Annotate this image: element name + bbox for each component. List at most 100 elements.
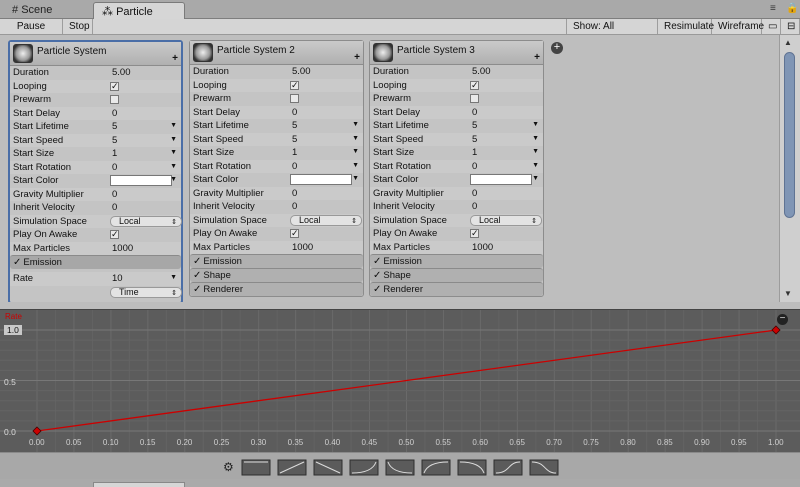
- dropdown-arrow-icon[interactable]: ▼: [532, 162, 539, 169]
- start-speed-field[interactable]: 5: [112, 135, 117, 146]
- check-icon[interactable]: ✓: [373, 256, 381, 267]
- gravity-field[interactable]: 0: [112, 189, 117, 200]
- wireframe-button[interactable]: Wireframe: [712, 19, 764, 34]
- dropdown-arrow-icon[interactable]: ▼: [352, 162, 359, 169]
- resimulate-button[interactable]: Resimulate: [658, 19, 714, 34]
- max-particles-field[interactable]: 1000: [292, 242, 313, 253]
- module-emission[interactable]: ✓ Emission: [190, 254, 363, 268]
- pause-button[interactable]: Pause: [0, 19, 63, 34]
- stop-button[interactable]: Stop: [63, 19, 93, 34]
- layout-horizontal-icon[interactable]: ▭: [762, 19, 781, 34]
- dropdown-arrow-icon[interactable]: ▼: [532, 148, 539, 155]
- start-rotation-field[interactable]: 0: [292, 161, 297, 172]
- gravity-field[interactable]: 0: [292, 188, 297, 199]
- gravity-field[interactable]: 0: [472, 188, 477, 199]
- curve-keyframe[interactable]: [771, 325, 781, 335]
- start-delay-field[interactable]: 0: [112, 108, 117, 119]
- dropdown-arrow-icon[interactable]: ▼: [352, 121, 359, 128]
- check-icon[interactable]: ✓: [193, 256, 201, 267]
- start-color-swatch[interactable]: [110, 175, 172, 186]
- preset-ease-in-out-down[interactable]: [529, 459, 559, 476]
- duration-field[interactable]: 5.00: [292, 66, 311, 77]
- looping-checkbox[interactable]: ✓: [290, 80, 299, 90]
- remove-curve-icon[interactable]: −: [777, 314, 788, 325]
- play-on-awake-checkbox[interactable]: ✓: [110, 230, 119, 239]
- dropdown-arrow-icon[interactable]: ▼: [352, 148, 359, 155]
- particle-system-card-2[interactable]: Particle System 2 + Duration 5.00 Looping…: [189, 40, 364, 297]
- play-on-awake-checkbox[interactable]: ✓: [470, 229, 479, 238]
- scroll-up-icon[interactable]: ▲: [784, 38, 792, 47]
- module-renderer[interactable]: ✓ Renderer: [370, 282, 543, 296]
- start-size-field[interactable]: 1: [472, 147, 477, 158]
- particle-system-card-3[interactable]: Particle System 3 + Duration 5.00 Looping…: [369, 40, 544, 297]
- start-rotation-field[interactable]: 0: [112, 162, 117, 173]
- add-system-plus-icon[interactable]: +: [551, 42, 563, 54]
- play-on-awake-checkbox[interactable]: ✓: [290, 229, 299, 238]
- check-icon[interactable]: ✓: [13, 257, 21, 268]
- dropdown-arrow-icon[interactable]: ▼: [532, 121, 539, 128]
- prewarm-checkbox[interactable]: [110, 95, 119, 104]
- dropdown-arrow-icon[interactable]: ▼: [170, 122, 177, 129]
- looping-checkbox[interactable]: ✓: [110, 81, 119, 91]
- simulation-space-select[interactable]: Local ⇕: [110, 215, 182, 227]
- simulation-space-select[interactable]: Local ⇕: [470, 214, 542, 226]
- check-icon[interactable]: ✓: [193, 284, 201, 295]
- inherit-field[interactable]: 0: [472, 201, 477, 212]
- dropdown-arrow-icon[interactable]: ▼: [170, 149, 177, 156]
- max-particles-field[interactable]: 1000: [112, 243, 133, 254]
- preset-linear-down[interactable]: [313, 459, 343, 476]
- curve-plot[interactable]: [0, 310, 800, 453]
- start-delay-field[interactable]: 0: [472, 107, 477, 118]
- dropdown-arrow-icon[interactable]: ▼: [352, 175, 359, 182]
- duration-field[interactable]: 5.00: [472, 66, 491, 77]
- menu-icon[interactable]: ≡: [770, 3, 776, 14]
- dropdown-arrow-icon[interactable]: ▼: [170, 274, 177, 281]
- start-lifetime-field[interactable]: 5: [292, 120, 297, 131]
- panels-scrollbar[interactable]: ▲ ▼: [779, 35, 800, 302]
- layout-vertical-icon[interactable]: ⊟: [781, 19, 800, 34]
- bottom-tab[interactable]: [93, 482, 185, 487]
- show-dropdown[interactable]: Show: All: [566, 19, 658, 34]
- dropdown-arrow-icon[interactable]: ▼: [532, 175, 539, 182]
- scrollbar-thumb[interactable]: [784, 52, 795, 218]
- start-color-swatch[interactable]: [470, 174, 532, 185]
- tab-scene[interactable]: # Scene: [4, 2, 60, 19]
- system-header[interactable]: Particle System +: [10, 42, 181, 66]
- module-shape[interactable]: ✓ Shape: [190, 268, 363, 282]
- lock-icon[interactable]: 🔒: [786, 3, 798, 14]
- system-header[interactable]: Particle System 3 +: [370, 41, 543, 65]
- duration-field[interactable]: 5.00: [112, 67, 131, 78]
- curve-editor[interactable]: Rate 1.0 0.5 0.0 − 0.00 0.05 0.10 0.15 0.20 0…: [0, 309, 800, 453]
- dropdown-arrow-icon[interactable]: ▼: [170, 176, 177, 183]
- check-icon[interactable]: ✓: [373, 270, 381, 281]
- dropdown-arrow-icon[interactable]: ▼: [170, 136, 177, 143]
- inherit-field[interactable]: 0: [112, 202, 117, 213]
- simulation-space-select[interactable]: Local ⇕: [290, 214, 362, 226]
- scroll-down-icon[interactable]: ▼: [784, 289, 792, 298]
- start-lifetime-field[interactable]: 5: [112, 121, 117, 132]
- prewarm-checkbox[interactable]: [470, 94, 479, 103]
- add-module-icon[interactable]: +: [354, 52, 360, 63]
- add-module-icon[interactable]: +: [534, 52, 540, 63]
- dropdown-arrow-icon[interactable]: ▼: [532, 135, 539, 142]
- module-renderer[interactable]: ✓ Renderer: [190, 282, 363, 296]
- preset-ease-in-out[interactable]: [493, 459, 523, 476]
- start-speed-field[interactable]: 5: [472, 134, 477, 145]
- dropdown-arrow-icon[interactable]: ▼: [170, 163, 177, 170]
- check-icon[interactable]: ✓: [373, 284, 381, 295]
- rate-mode-select[interactable]: Time ⇕: [110, 287, 182, 298]
- preset-flat[interactable]: [241, 459, 271, 476]
- start-size-field[interactable]: 1: [112, 148, 117, 159]
- rate-field[interactable]: 10: [112, 273, 123, 284]
- add-module-icon[interactable]: +: [172, 53, 178, 64]
- module-emission[interactable]: ✓ Emission: [370, 254, 543, 268]
- preset-linear-up[interactable]: [277, 459, 307, 476]
- particle-system-card-1[interactable]: Particle System + Duration 5.00 Looping ✓ …: [8, 40, 183, 302]
- module-shape[interactable]: ✓ Shape: [370, 268, 543, 282]
- dropdown-arrow-icon[interactable]: ▼: [352, 135, 359, 142]
- tab-particle-effect[interactable]: ⁂ Particle Effect: [93, 2, 185, 30]
- curve-keyframe[interactable]: [32, 426, 42, 436]
- start-speed-field[interactable]: 5: [292, 134, 297, 145]
- prewarm-checkbox[interactable]: [290, 94, 299, 103]
- start-rotation-field[interactable]: 0: [472, 161, 477, 172]
